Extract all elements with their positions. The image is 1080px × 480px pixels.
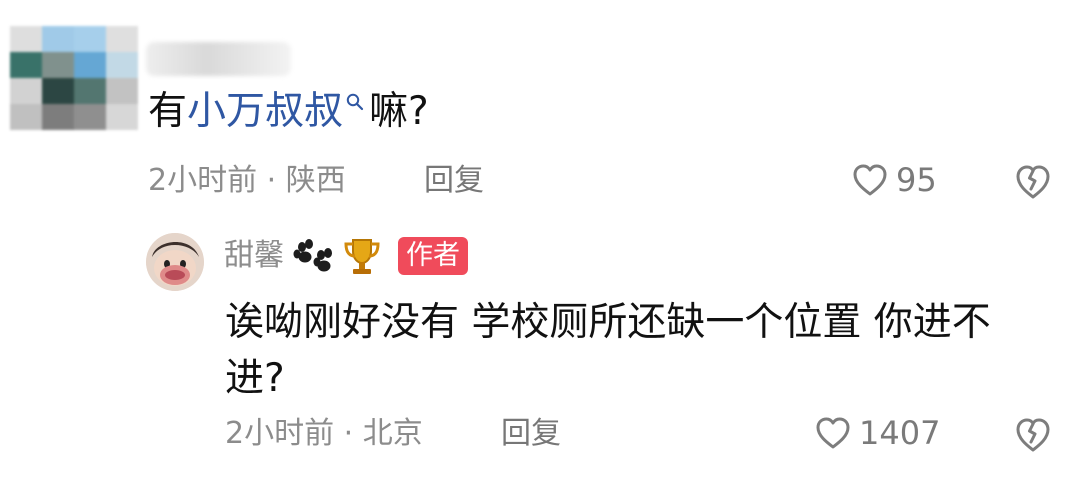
comment-text: 有小万叔叔 嘛? [148, 88, 429, 136]
comment-reply-button[interactable]: 回复 [424, 163, 484, 199]
blurred-user-avatar[interactable] [10, 26, 138, 130]
search-link[interactable]: 小万叔叔 [187, 89, 343, 134]
reply-time-location: 2小时前 · 北京 [225, 416, 423, 451]
comment-text-prefix: 有 [148, 89, 188, 134]
paw-icon [293, 239, 332, 272]
comment-text-suffix: 嘛? [369, 89, 429, 134]
comment-like-count: 95 [896, 161, 937, 199]
comment-like-button[interactable]: 95 [852, 162, 937, 198]
comment-time-location: 2小时前 · 陕西 [148, 163, 346, 198]
reply-reply-button[interactable]: 回复 [501, 416, 561, 452]
author-face-image [146, 233, 204, 291]
broken-heart-icon[interactable] [1014, 163, 1052, 201]
comment-thread: 有小万叔叔 嘛? 2小时前 · 陕西 回复 95 甜馨 作者 诶呦刚好没有 学校… [0, 0, 1080, 480]
reply-author-row: 甜馨 作者 [224, 234, 468, 278]
reply-text: 诶呦刚好没有 学校厕所还缺一个位置 你进不进? [225, 300, 991, 401]
author-name[interactable]: 甜馨 [224, 238, 284, 274]
search-icon[interactable] [345, 92, 365, 112]
author-badge: 作者 [398, 237, 468, 275]
broken-heart-icon[interactable] [1014, 416, 1052, 454]
author-avatar[interactable] [146, 233, 204, 291]
blurred-username[interactable] [146, 42, 291, 76]
heart-icon [816, 417, 850, 449]
heart-icon [853, 164, 887, 196]
reply-like-button[interactable]: 1407 [815, 415, 940, 451]
reply-like-count: 1407 [859, 414, 941, 452]
trophy-icon [344, 239, 380, 274]
